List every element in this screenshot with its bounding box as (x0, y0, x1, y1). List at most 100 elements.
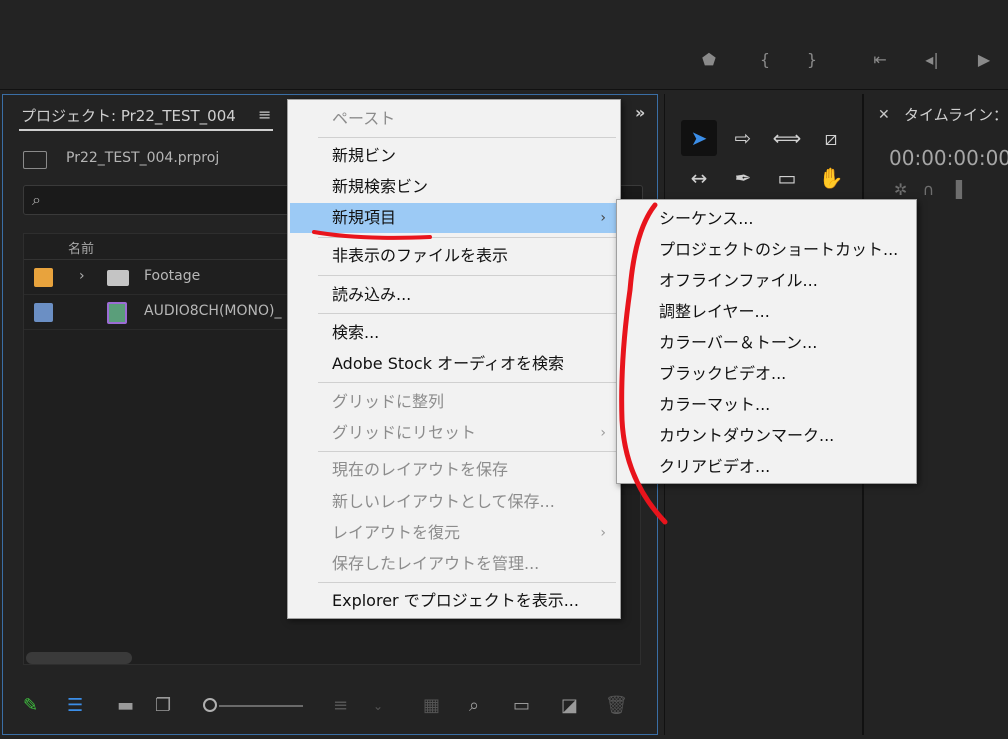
menu-separator (318, 137, 616, 138)
menu-item-import[interactable]: 読み込み... (290, 280, 618, 310)
selection-tool-icon[interactable]: ➤ (681, 120, 717, 156)
trash-icon[interactable]: 🗑 (605, 693, 628, 719)
menu-separator (318, 582, 616, 583)
program-monitor-panel: ⬟ { } ⇤ ◂| ▶ (0, 0, 1008, 90)
menu-item-label: 新規ビン (332, 146, 397, 165)
find-icon[interactable]: ⌕ (469, 693, 479, 719)
menu-separator (318, 237, 616, 238)
slip-tool-icon[interactable]: ↔ (681, 160, 717, 196)
submenu-item-label: オフラインファイル... (659, 271, 818, 290)
menu-item-label: グリッドにリセット (332, 423, 477, 442)
new-item-submenu: シーケンス... プロジェクトのショートカット... オフラインファイル... … (616, 199, 917, 484)
pencil-icon[interactable]: ✎ (23, 693, 38, 719)
zoom-slider-track[interactable] (219, 705, 303, 707)
chevron-right-icon: › (600, 210, 606, 226)
marker-icon[interactable]: ⬟ (698, 48, 720, 72)
menu-item-label: レイアウトを復元 (332, 523, 461, 542)
menu-item-label: 読み込み... (332, 285, 412, 304)
panel-menu-icon[interactable]: ≡ (258, 105, 271, 124)
submenu-item-project-shortcut[interactable]: プロジェクトのショートカット... (619, 234, 915, 265)
menu-item-label: 新規検索ビン (332, 177, 429, 196)
submenu-item-sequence[interactable]: シーケンス... (619, 203, 915, 234)
icon-view-icon[interactable]: ▬ (117, 693, 134, 719)
menu-item-label: ペースト (332, 109, 396, 128)
step-back-icon[interactable]: ◂| (918, 48, 946, 72)
submenu-item-black-video[interactable]: ブラックビデオ... (619, 358, 915, 389)
column-name-header[interactable]: 名前 (68, 238, 94, 257)
menu-item-label: 新しいレイアウトとして保存... (332, 492, 555, 511)
submenu-item-label: 調整レイヤー... (659, 302, 770, 321)
timeline-tab-title[interactable]: タイムライン： (904, 104, 1008, 125)
menu-item-label: 非表示のファイルを表示 (332, 246, 509, 265)
timecode-display[interactable]: 00:00:00:00 (889, 146, 1008, 170)
project-file-name: Pr22_TEST_004.prproj (66, 150, 220, 166)
list-view-icon[interactable]: ☰ (67, 693, 83, 719)
sort-icon[interactable]: ≡ (333, 693, 348, 719)
new-bin-icon[interactable]: ▭ (513, 693, 530, 719)
track-select-tool-icon[interactable]: ⇨ (725, 120, 761, 156)
sequence-media-icon (107, 302, 127, 324)
menu-separator (318, 382, 616, 383)
menu-item-reset-grid[interactable]: グリッドにリセット › (290, 418, 618, 448)
submenu-item-bars-and-tone[interactable]: カラーバー＆トーン... (619, 327, 915, 358)
menu-item-label: 検索... (332, 323, 380, 342)
out-point-icon[interactable]: } (802, 48, 822, 72)
label-color-swatch[interactable] (34, 268, 53, 287)
submenu-item-adjustment-layer[interactable]: 調整レイヤー... (619, 296, 915, 327)
menu-item-new-bin[interactable]: 新規ビン (290, 141, 618, 171)
menu-item-new-search-bin[interactable]: 新規検索ビン (290, 172, 618, 202)
close-icon[interactable]: ✕ (878, 107, 890, 123)
folder-icon (107, 270, 129, 286)
in-point-icon[interactable]: { (755, 48, 775, 72)
submenu-item-offline-file[interactable]: オフラインファイル... (619, 265, 915, 296)
razor-tool-icon[interactable]: ⧄ (813, 120, 849, 156)
menu-item-find[interactable]: 検索... (290, 318, 618, 348)
label-color-swatch[interactable] (34, 303, 53, 322)
search-icon: ⌕ (32, 190, 41, 209)
chevron-down-icon[interactable]: ⌄ (373, 693, 383, 719)
menu-separator (318, 313, 616, 314)
menu-item-new-item[interactable]: 新規項目 › (290, 203, 618, 233)
project-tab-title[interactable]: プロジェクト: Pr22_TEST_004 (21, 105, 236, 126)
ripple-edit-tool-icon[interactable]: ⟺ (769, 120, 805, 156)
automate-to-sequence-icon[interactable]: ▦ (423, 693, 440, 719)
menu-item-manage-layouts[interactable]: 保存したレイアウトを管理... (290, 549, 618, 579)
more-panels-icon[interactable]: » (635, 103, 645, 122)
menu-item-reveal-explorer[interactable]: Explorer でプロジェクトを表示... (290, 586, 618, 616)
chevron-right-icon[interactable]: › (79, 268, 85, 284)
pen-tool-icon[interactable]: ✒ (725, 160, 761, 196)
submenu-item-label: プロジェクトのショートカット... (659, 240, 899, 259)
menu-item-show-hidden[interactable]: 非表示のファイルを表示 (290, 241, 618, 271)
timeline-toolbar-icons[interactable]: ✲ ∩ ▐ (894, 180, 962, 199)
submenu-item-label: ブラックビデオ... (659, 364, 787, 383)
menu-item-label: グリッドに整列 (332, 392, 445, 411)
submenu-item-label: カラーマット... (659, 395, 771, 414)
project-bottom-toolbar: ✎ ☰ ▬ ❐ ≡ ⌄ ▦ ⌕ ▭ ◪ 🗑 (21, 693, 641, 719)
menu-separator (318, 275, 616, 276)
submenu-item-label: クリアビデオ... (659, 457, 771, 476)
horizontal-scrollbar[interactable] (26, 652, 132, 664)
submenu-item-label: シーケンス... (659, 209, 754, 228)
new-item-icon[interactable]: ◪ (561, 693, 578, 719)
submenu-item-color-matte[interactable]: カラーマット... (619, 389, 915, 420)
hand-tool-icon[interactable]: ✋ (813, 160, 849, 196)
menu-item-restore-layout[interactable]: レイアウトを復元 › (290, 518, 618, 548)
menu-item-adobe-stock-audio[interactable]: Adobe Stock オーディオを検索 (290, 349, 618, 379)
zoom-slider-knob[interactable] (203, 698, 217, 712)
chevron-right-icon: › (600, 525, 606, 541)
menu-item-save-new-layout[interactable]: 新しいレイアウトとして保存... (290, 487, 618, 517)
premiere-window: ⬟ { } ⇤ ◂| ▶ プロジェクト: Pr22_TEST_004 ≡ » P… (0, 0, 1008, 739)
menu-item-label: Explorer でプロジェクトを表示... (332, 591, 579, 610)
menu-item-paste[interactable]: ペースト (290, 104, 618, 134)
list-item-label: AUDIO8CH(MONO)_ (144, 303, 282, 319)
rectangle-tool-icon[interactable]: ▭ (769, 160, 805, 196)
freeform-view-icon[interactable]: ❐ (155, 693, 171, 719)
menu-item-label: 新規項目 (332, 208, 397, 227)
menu-item-save-layout[interactable]: 現在のレイアウトを保存 (290, 455, 618, 485)
go-to-in-icon[interactable]: ⇤ (866, 48, 894, 72)
menu-item-label: Adobe Stock オーディオを検索 (332, 354, 564, 373)
play-icon[interactable]: ▶ (970, 48, 998, 72)
submenu-item-transparent-video[interactable]: クリアビデオ... (619, 451, 915, 482)
menu-item-align-grid[interactable]: グリッドに整列 (290, 387, 618, 417)
submenu-item-countdown-leader[interactable]: カウントダウンマーク... (619, 420, 915, 451)
